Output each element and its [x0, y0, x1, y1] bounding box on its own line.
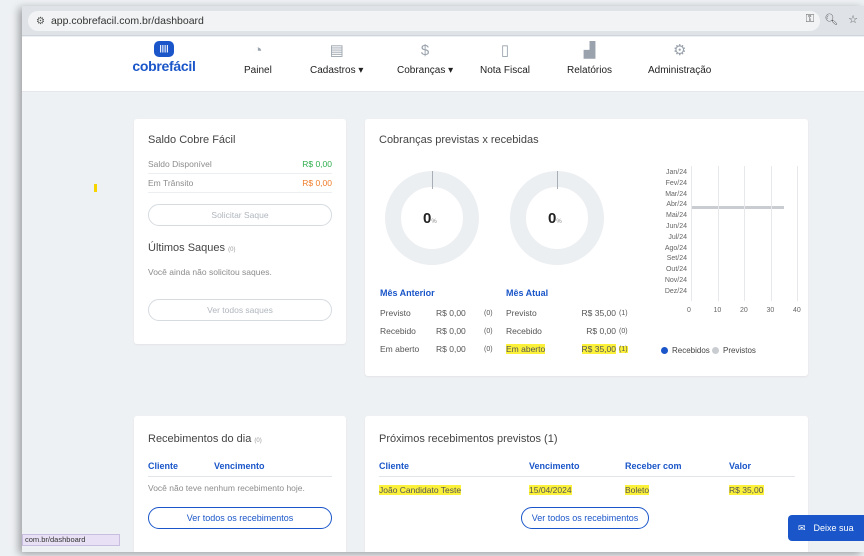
recebimentos-dia-empty: Você não teve nenhum recebimento hoje.	[148, 483, 305, 493]
grid-line	[691, 166, 692, 301]
zoom-icon[interactable]: 🔍︎	[824, 13, 838, 26]
grid-line	[744, 166, 745, 301]
mes-anterior-row-recebido: Recebido R$ 0,00 (0)	[380, 326, 493, 336]
gauge-icon: ◔	[253, 42, 263, 59]
y-tick-label: Mar/24	[665, 190, 687, 198]
x-tick-label: 40	[793, 306, 801, 314]
logo-badge: ||||	[154, 41, 174, 57]
address-bar: ⚙ app.cobrefacil.com.br/dashboard ⚿ 🔍︎ ☆	[22, 6, 864, 36]
nav-painel[interactable]: ◔ Painel	[244, 41, 272, 76]
star-icon[interactable]: ☆	[848, 13, 858, 26]
donut-mes-anterior-value: 0%	[423, 210, 437, 227]
x-tick-label: 0	[687, 306, 691, 314]
solicitar-saque-button[interactable]: Solicitar Saque	[148, 204, 332, 226]
saldo-title: Saldo Cobre Fácil	[148, 134, 236, 146]
mes-atual-row-recebido: Recebido R$ 0,00 (0)	[506, 326, 628, 336]
url-text: app.cobrefacil.com.br/dashboard	[50, 15, 204, 27]
id-card-icon: ▤	[329, 42, 344, 59]
grid-line	[717, 166, 719, 301]
mes-atual-table: Mês Atual Previsto R$ 35,00 (1) Recebido…	[506, 288, 641, 358]
recebimentos-dia-title: Recebimentos do dia (0)	[148, 433, 262, 445]
mes-atual-row-previsto: Previsto R$ 35,00 (1)	[506, 308, 628, 318]
top-navigation: |||| cobrefácil ◔ Painel ▤ Cadastros ▾ $…	[22, 37, 864, 92]
ver-recebimentos-button[interactable]: Ver todos os recebimentos	[148, 507, 332, 529]
mes-anterior-row-previsto: Previsto R$ 0,00 (0)	[380, 308, 493, 318]
mes-atual-title: Mês Atual	[506, 288, 549, 298]
ver-proximos-button[interactable]: Ver todos os recebimentos	[521, 507, 649, 529]
mail-icon: ✉	[798, 522, 806, 533]
proximos-recebimentos-card: Próximos recebimentos previstos (1) Clie…	[365, 416, 808, 552]
ultimos-saques-empty: Você ainda não solicitou saques.	[148, 267, 272, 277]
ver-todos-saques-button[interactable]: Ver todos saques	[148, 299, 332, 321]
proximos-header: Cliente Vencimento Receber com Valor	[379, 461, 795, 477]
money-bag-icon: $	[420, 42, 430, 59]
gear-icon: ⚙	[672, 42, 687, 59]
donut-mes-atual-value: 0%	[548, 210, 562, 227]
site-settings-icon[interactable]: ⚙	[36, 16, 45, 27]
x-tick-label: 30	[766, 306, 775, 314]
bar-chart-icon: ▟	[583, 42, 596, 59]
x-tick-label: 10	[713, 306, 722, 314]
browser-window: ⚙ app.cobrefacil.com.br/dashboard ⚿ 🔍︎ ☆…	[22, 6, 864, 552]
y-tick-label: Mai/24	[665, 212, 687, 220]
y-tick-label: Jul/24	[668, 233, 687, 241]
saldo-transito-value: R$ 0,00	[302, 178, 332, 188]
recebimentos-dia-card: Recebimentos do dia (0) Cliente Vencimen…	[134, 416, 346, 552]
ultimos-saques-title: Últimos Saques (0)	[148, 242, 236, 254]
y-tick-label: Jun/24	[665, 223, 687, 230]
status-bar-url: com.br/dashboard	[22, 534, 120, 546]
saldo-card: Saldo Cobre Fácil Saldo Disponível R$ 0,…	[134, 119, 346, 344]
recebimentos-dia-header: Cliente Vencimento	[148, 461, 332, 477]
nav-relatorios[interactable]: ▟ Relatórios	[567, 41, 612, 76]
saldo-transito-row: Em Trânsito R$ 0,00	[148, 174, 332, 193]
nav-administracao[interactable]: ⚙ Administração	[648, 41, 711, 76]
y-tick-label: Ago/24	[664, 244, 687, 252]
x-tick-label: 20	[740, 306, 748, 314]
proximos-title: Próximos recebimentos previstos (1)	[379, 433, 558, 445]
y-tick-label: Fev/24	[665, 179, 687, 187]
key-icon[interactable]: ⚿	[806, 13, 814, 26]
grid-line	[770, 166, 772, 301]
document-icon: ▯	[500, 42, 510, 59]
mes-anterior-row-em-aberto: Em aberto R$ 0,00 (0)	[380, 344, 493, 354]
y-tick-label: Out/24	[665, 266, 687, 274]
y-tick-label: Abr/24	[666, 201, 687, 209]
url-field[interactable]: ⚙ app.cobrefacil.com.br/dashboard	[28, 11, 820, 31]
legend-previstos-dot	[712, 347, 719, 354]
donut-mes-atual-tick	[557, 171, 558, 189]
nav-nota-fiscal[interactable]: ▯ Nota Fiscal	[480, 41, 530, 76]
brand-name: cobrefácil	[132, 58, 196, 74]
saldo-disponivel-value: R$ 0,00	[302, 159, 332, 169]
y-tick-label: Jan/24	[665, 169, 687, 176]
cobrancas-title: Cobranças previstas x recebidas	[379, 134, 539, 146]
y-tick-label: Dez/24	[664, 287, 687, 295]
nav-cadastros[interactable]: ▤ Cadastros ▾	[310, 41, 363, 76]
donut-mes-anterior-tick	[432, 171, 433, 189]
feedback-button[interactable]: ✉ Deixe sua	[788, 515, 864, 541]
legend-recebidos-dot	[661, 347, 668, 354]
y-tick-label: Nov/24	[664, 277, 687, 284]
mes-anterior-title: Mês Anterior	[380, 288, 435, 298]
saldo-disponivel-row: Saldo Disponível R$ 0,00	[148, 155, 332, 174]
legend-previstos[interactable]: Previstos	[712, 346, 756, 355]
nav-cobrancas[interactable]: $ Cobranças ▾	[397, 41, 453, 76]
mes-atual-row-em-aberto: Em aberto R$ 35,00 (1)	[506, 344, 628, 354]
table-row[interactable]: João Candidato Teste 15/04/2024 Boleto R…	[379, 480, 795, 495]
y-tick-label: Set/24	[666, 255, 687, 263]
legend-recebidos[interactable]: Recebidos	[661, 346, 710, 355]
brand-logo[interactable]: |||| cobrefácil	[132, 41, 196, 74]
highlight-mark	[94, 184, 97, 192]
cobrancas-card: Cobranças previstas x recebidas 0% 0% Mê…	[365, 119, 808, 376]
mes-anterior-table: Mês Anterior Previsto R$ 0,00 (0) Recebi…	[380, 288, 500, 358]
grid-line	[797, 166, 798, 301]
